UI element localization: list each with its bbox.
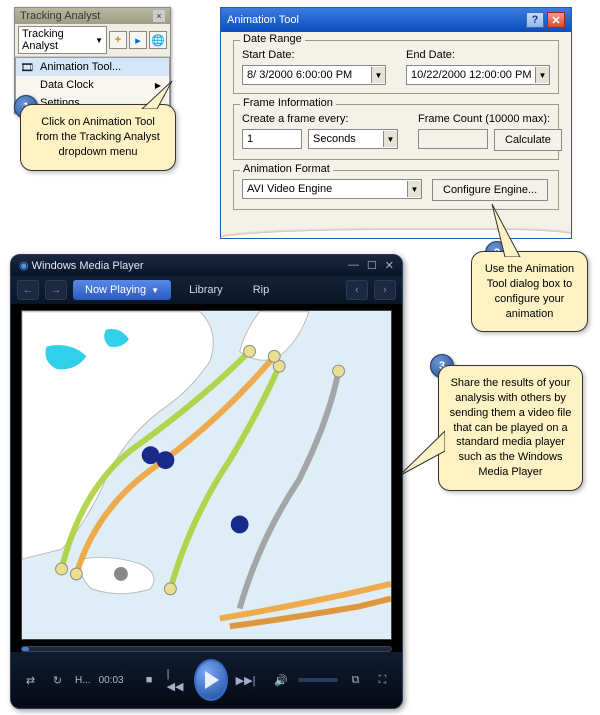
close-button[interactable]: ✕ xyxy=(547,12,565,28)
wmp-video-area xyxy=(21,310,392,640)
frame-count-output xyxy=(418,129,488,149)
compact-icon: ⧉ xyxy=(352,674,360,687)
frame-unit-dropdown[interactable]: Seconds ▼ xyxy=(308,129,398,149)
callout-1: Click on Animation Tool from the Trackin… xyxy=(20,104,176,171)
forward-button[interactable]: → xyxy=(45,280,67,300)
fullscreen-button[interactable]: ⛶ xyxy=(373,668,392,692)
tracking-analyst-dropdown[interactable]: Tracking Analyst ▼ xyxy=(18,26,107,54)
mute-button[interactable]: 🔊 xyxy=(271,668,290,692)
play-icon xyxy=(205,671,219,689)
chevron-down-icon: ▼ xyxy=(151,286,159,295)
help-button[interactable]: ? xyxy=(526,12,544,28)
create-frame-label: Create a frame every: xyxy=(242,113,398,125)
wmp-controls: ⇄ ↻ H... 00:03 ■ |◀◀ ▶▶| 🔊 ⧉ ⛶ xyxy=(11,652,402,708)
next-icon: ▶▶| xyxy=(236,674,256,687)
windows-media-player: ◉ Windows Media Player — ☐ ✕ ← → Now Pla… xyxy=(10,254,403,709)
plus-icon: + xyxy=(115,34,121,46)
compact-mode-button[interactable]: ⧉ xyxy=(346,668,365,692)
callout-3: Share the results of your analysis with … xyxy=(438,365,583,491)
add-button[interactable]: + xyxy=(109,31,127,49)
end-date-label: End Date: xyxy=(406,49,550,61)
play-button[interactable] xyxy=(194,659,228,701)
maximize-button[interactable]: ☐ xyxy=(367,259,377,272)
chevron-left-icon: ‹ xyxy=(355,284,359,296)
shuffle-button[interactable]: ⇄ xyxy=(21,668,40,692)
calculate-button[interactable]: Calculate xyxy=(494,129,562,151)
tabs-right-button[interactable]: › xyxy=(374,280,396,300)
wmp-time-display: 00:03 xyxy=(99,675,124,686)
help-icon: ? xyxy=(532,14,539,26)
stop-icon: ■ xyxy=(146,674,153,686)
chevron-down-icon: ▼ xyxy=(95,36,103,45)
speaker-icon: 🔊 xyxy=(274,674,288,687)
chevron-down-icon[interactable]: ▼ xyxy=(383,131,397,147)
play-icon: ▸ xyxy=(135,34,141,47)
date-range-group: Date Range Start Date: 8/ 3/2000 6:00:00… xyxy=(233,40,559,94)
callout-tail-icon xyxy=(397,421,445,481)
tracking-analyst-toolbar-row: Tracking Analyst ▼ + ▸ 🌐 xyxy=(15,24,170,57)
close-icon[interactable]: × xyxy=(153,10,165,22)
wmp-titlebar[interactable]: ◉ Windows Media Player — ☐ ✕ xyxy=(11,255,402,276)
repeat-icon: ↻ xyxy=(53,674,62,687)
close-icon: ✕ xyxy=(551,14,560,27)
tracking-analyst-title: Tracking Analyst xyxy=(20,10,100,22)
tab-now-playing[interactable]: Now Playing▼ xyxy=(73,280,171,300)
frame-interval-input[interactable]: 1 xyxy=(242,129,302,149)
wmp-track-label: H... xyxy=(75,675,91,686)
globe-button[interactable]: 🌐 xyxy=(149,31,167,49)
tracking-analyst-titlebar: Tracking Analyst × xyxy=(15,8,170,24)
wmp-seek-progress xyxy=(22,647,29,651)
film-icon: 🎞 xyxy=(20,61,34,75)
chevron-right-icon: › xyxy=(383,284,387,296)
callout-tail-icon xyxy=(137,79,177,109)
start-date-label: Start Date: xyxy=(242,49,386,61)
volume-slider[interactable] xyxy=(298,678,338,682)
tab-rip[interactable]: Rip xyxy=(241,280,282,300)
tab-library[interactable]: Library xyxy=(177,280,235,300)
arrow-right-icon: → xyxy=(51,284,62,296)
chevron-down-icon[interactable]: ▼ xyxy=(407,181,421,197)
wmp-logo-icon: ◉ xyxy=(19,260,29,272)
animation-tool-titlebar[interactable]: Animation Tool ? ✕ xyxy=(221,8,571,32)
globe-icon: 🌐 xyxy=(151,34,165,47)
previous-button[interactable]: |◀◀ xyxy=(167,668,186,692)
callout-2: Use the Animation Tool dialog box to con… xyxy=(471,251,588,332)
minimize-button[interactable]: — xyxy=(348,259,359,272)
close-button[interactable]: ✕ xyxy=(385,259,394,272)
frame-count-label: Frame Count (10000 max): xyxy=(418,113,562,125)
arrow-left-icon: ← xyxy=(23,284,34,296)
shuffle-icon: ⇄ xyxy=(26,674,35,687)
configure-engine-button[interactable]: Configure Engine... xyxy=(432,179,548,201)
chevron-down-icon[interactable]: ▼ xyxy=(371,67,385,83)
start-date-input[interactable]: 8/ 3/2000 6:00:00 PM ▼ xyxy=(242,65,386,85)
stop-button[interactable]: ■ xyxy=(140,668,159,692)
previous-icon: |◀◀ xyxy=(167,668,186,693)
tabs-left-button[interactable]: ‹ xyxy=(346,280,368,300)
wmp-seek-bar[interactable] xyxy=(21,646,392,652)
next-button[interactable]: ▶▶| xyxy=(236,668,256,692)
back-button[interactable]: ← xyxy=(17,280,39,300)
wmp-tabs: ← → Now Playing▼ Library Rip ‹ › xyxy=(11,276,402,304)
chevron-down-icon[interactable]: ▼ xyxy=(535,67,549,83)
frame-information-group: Frame Information Create a frame every: … xyxy=(233,104,559,160)
fullscreen-icon: ⛶ xyxy=(379,674,387,687)
end-date-input[interactable]: 10/22/2000 12:00:00 PM ▼ xyxy=(406,65,550,85)
engine-dropdown[interactable]: AVI Video Engine ▼ xyxy=(242,179,422,199)
callout-tail-icon xyxy=(490,202,530,257)
repeat-button[interactable]: ↻ xyxy=(48,668,67,692)
menu-item-animation-tool[interactable]: 🎞 Animation Tool... xyxy=(16,58,169,76)
hurricane-tracks-map xyxy=(22,311,391,639)
play-button[interactable]: ▸ xyxy=(129,31,147,49)
